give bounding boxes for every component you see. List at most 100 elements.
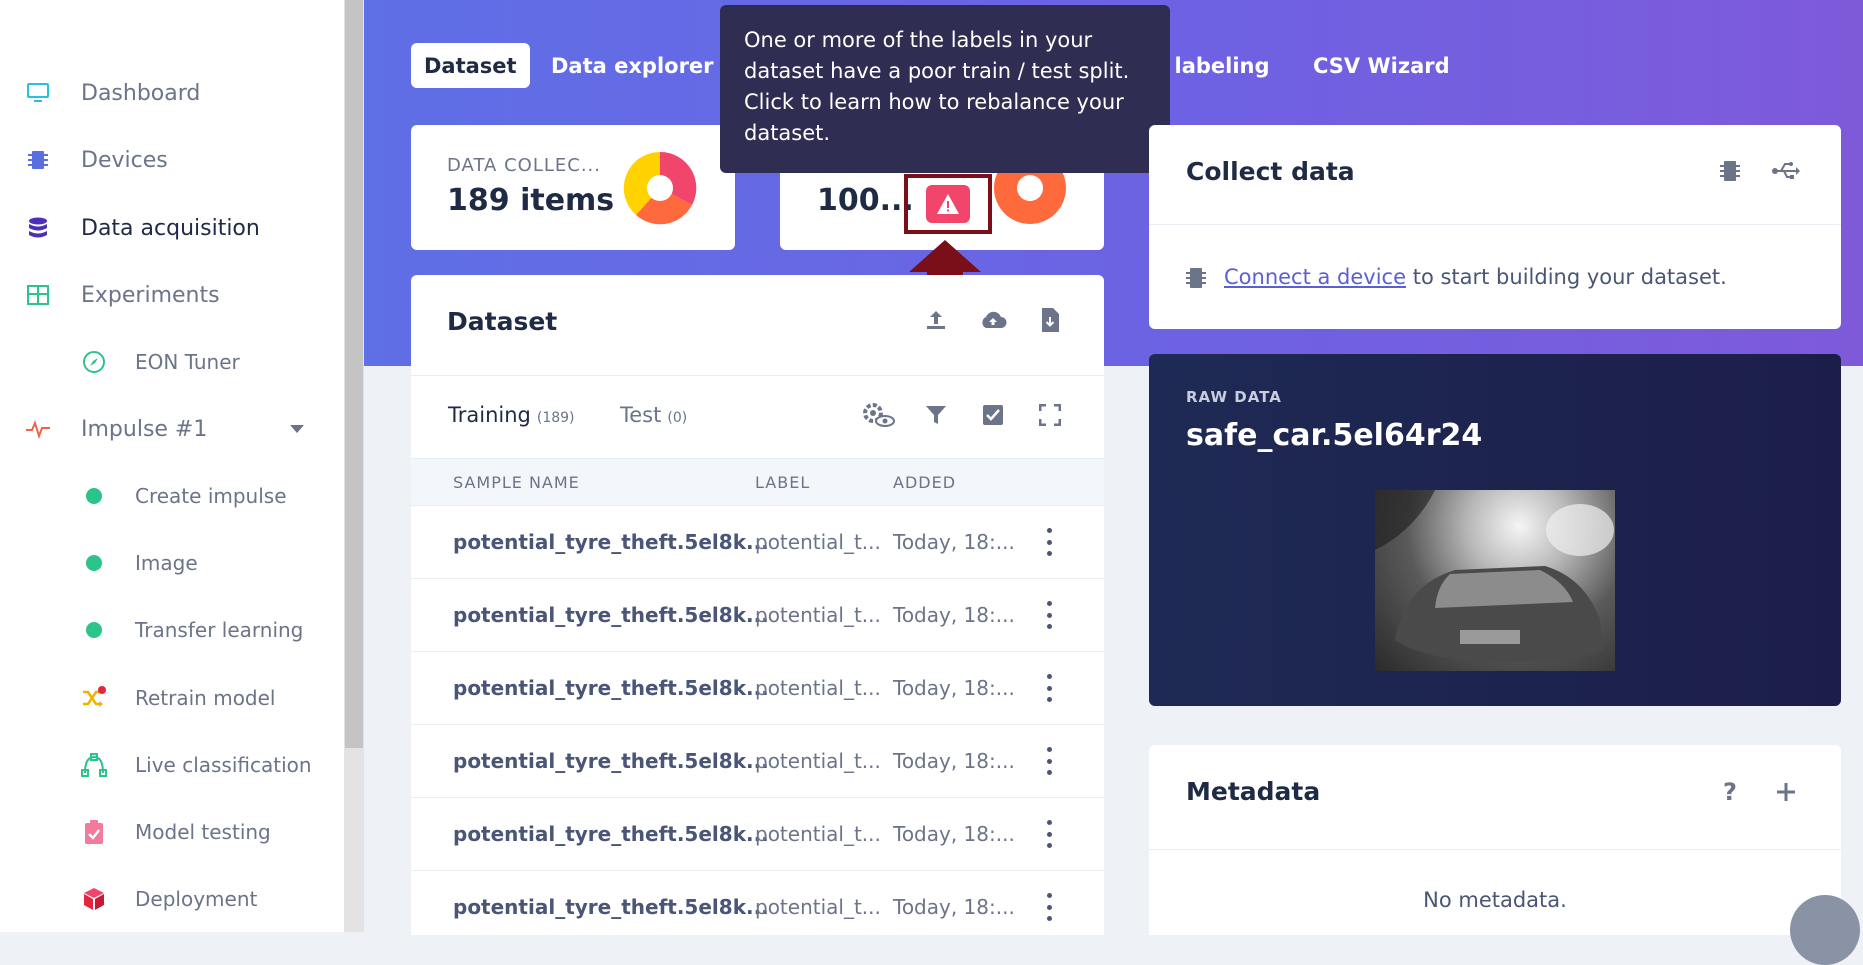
connect-device-link[interactable]: Connect a device	[1224, 265, 1406, 289]
column-header-sample-name[interactable]: SAMPLE NAME	[453, 473, 580, 492]
sample-name: potential_tyre_theft.5el8k...	[453, 895, 769, 919]
collect-data-title: Collect data	[1186, 157, 1355, 186]
column-settings-icon[interactable]	[858, 400, 898, 430]
sidebar-item-impulse[interactable]: Impulse #1	[0, 409, 340, 449]
sample-label: potential_t...	[755, 895, 881, 919]
compass-icon	[80, 348, 108, 376]
collect-data-card: Collect data Connect a device to start b…	[1149, 125, 1841, 329]
sidebar-item-label: Deployment	[135, 887, 258, 911]
collect-data-text: to start building your dataset.	[1406, 265, 1727, 289]
collect-data-message: Connect a device to start building your …	[1224, 265, 1727, 289]
table-row[interactable]: potential_tyre_theft.5el8k... potential_…	[411, 871, 1104, 932]
metadata-card: Metadata ? No metadata.	[1149, 745, 1841, 935]
data-collected-label: DATA COLLEC...	[447, 155, 601, 176]
table-row[interactable]: potential_tyre_theft.5el8k... potential_…	[411, 652, 1104, 725]
bezier-icon	[80, 751, 108, 779]
table-row[interactable]: potential_tyre_theft.5el8k... potential_…	[411, 725, 1104, 798]
sidebar-item-data-acquisition[interactable]: Data acquisition	[0, 208, 340, 248]
sidebar-item-label: Transfer learning	[135, 618, 304, 642]
train-test-split-value: 100...	[817, 183, 914, 218]
sidebar-item-eon-tuner[interactable]: EON Tuner	[0, 342, 340, 382]
table-row[interactable]: potential_tyre_theft.5el8k... potential_…	[411, 579, 1104, 652]
tab-dataset[interactable]: Dataset	[411, 43, 530, 88]
sample-added: Today, 18:...	[893, 895, 1015, 919]
sample-added: Today, 18:...	[893, 530, 1015, 554]
device-chip-icon[interactable]	[1715, 156, 1745, 186]
sidebar-item-label: Model testing	[135, 820, 271, 844]
sample-image	[1375, 490, 1615, 671]
table-icon	[24, 281, 52, 309]
sidebar-item-retrain-model[interactable]: Retrain model	[0, 678, 340, 718]
table-row[interactable]: potential_tyre_theft.5el8k... potential_…	[411, 506, 1104, 579]
pulse-icon	[24, 415, 52, 443]
sidebar-item-model-testing[interactable]: Model testing	[0, 812, 340, 852]
sidebar-item-experiments[interactable]: Experiments	[0, 275, 340, 315]
sidebar-scrollbar[interactable]	[344, 0, 364, 932]
dataset-title: Dataset	[447, 307, 558, 336]
column-header-added[interactable]: ADDED	[893, 473, 956, 492]
sidebar-item-live-classification[interactable]: Live classification	[0, 745, 340, 785]
sidebar-item-label: Retrain model	[135, 686, 276, 710]
test-count: (0)	[667, 410, 688, 426]
sidebar-item-deployment[interactable]: Deployment	[0, 879, 340, 919]
sidebar-item-label: Create impulse	[135, 484, 287, 508]
row-menu-icon[interactable]	[1041, 528, 1057, 556]
usb-icon[interactable]	[1771, 156, 1801, 186]
sidebar-item-image[interactable]: Image	[0, 543, 340, 583]
sample-added: Today, 18:...	[893, 749, 1015, 773]
fullscreen-icon[interactable]	[1035, 400, 1065, 430]
tab-csv-wizard[interactable]: CSV Wizard	[1300, 43, 1463, 88]
training-count: (189)	[536, 410, 575, 426]
sidebar-item-devices[interactable]: Devices	[0, 140, 340, 180]
select-checkbox-icon[interactable]	[978, 400, 1008, 430]
help-chat-button[interactable]	[1790, 895, 1860, 965]
sample-name: potential_tyre_theft.5el8k...	[453, 676, 769, 700]
clipboard-check-icon	[80, 818, 108, 846]
tab-data-explorer[interactable]: Data explorer	[538, 43, 727, 88]
upload-icon[interactable]	[921, 305, 951, 335]
sidebar-item-label: Experiments	[81, 282, 220, 308]
sidebar: Dashboard Devices Data acquisition Exper…	[0, 0, 344, 932]
sample-added: Today, 18:...	[893, 603, 1015, 627]
sidebar-item-create-impulse[interactable]: Create impulse	[0, 476, 340, 516]
file-download-icon[interactable]	[1035, 305, 1065, 335]
add-icon[interactable]	[1771, 777, 1801, 807]
sidebar-item-label: Dashboard	[81, 80, 201, 106]
status-dot-icon	[80, 482, 108, 510]
row-menu-icon[interactable]	[1041, 674, 1057, 702]
sidebar-item-label: EON Tuner	[135, 350, 240, 374]
scrollbar-thumb[interactable]	[345, 0, 363, 748]
training-label: Training	[448, 403, 531, 427]
sidebar-item-transfer-learning[interactable]: Transfer learning	[0, 610, 340, 650]
sample-label: potential_t...	[755, 822, 881, 846]
row-menu-icon[interactable]	[1041, 893, 1057, 921]
sample-added: Today, 18:...	[893, 822, 1015, 846]
table-row[interactable]: potential_tyre_theft.5el8k... potential_…	[411, 798, 1104, 871]
shuffle-icon	[80, 684, 108, 712]
data-collected-card: DATA COLLEC... 189 items	[411, 125, 735, 250]
help-icon[interactable]: ?	[1715, 777, 1745, 807]
sample-added: Today, 18:...	[893, 676, 1015, 700]
sidebar-item-label: Image	[135, 551, 198, 575]
row-menu-icon[interactable]	[1041, 747, 1057, 775]
monitor-icon	[24, 79, 52, 107]
status-dot-icon	[80, 549, 108, 577]
metadata-title: Metadata	[1186, 777, 1321, 806]
chip-icon	[24, 146, 52, 174]
chevron-down-icon[interactable]	[290, 425, 304, 433]
tab-test[interactable]: Test (0)	[620, 403, 687, 427]
metadata-empty-text: No metadata.	[1423, 888, 1567, 912]
split-warning-button[interactable]	[926, 185, 970, 223]
table-header: SAMPLE NAME LABEL ADDED	[411, 458, 1104, 506]
sidebar-item-dashboard[interactable]: Dashboard	[0, 73, 340, 113]
row-menu-icon[interactable]	[1041, 601, 1057, 629]
sample-name: potential_tyre_theft.5el8k...	[453, 749, 769, 773]
sidebar-item-label: Devices	[81, 147, 168, 173]
tab-training[interactable]: Training (189)	[448, 403, 575, 427]
test-label: Test	[620, 403, 662, 427]
row-menu-icon[interactable]	[1041, 820, 1057, 848]
warning-icon	[937, 194, 959, 214]
column-header-label[interactable]: LABEL	[755, 473, 810, 492]
filter-icon[interactable]	[921, 400, 951, 430]
cloud-upload-icon[interactable]	[978, 305, 1008, 335]
